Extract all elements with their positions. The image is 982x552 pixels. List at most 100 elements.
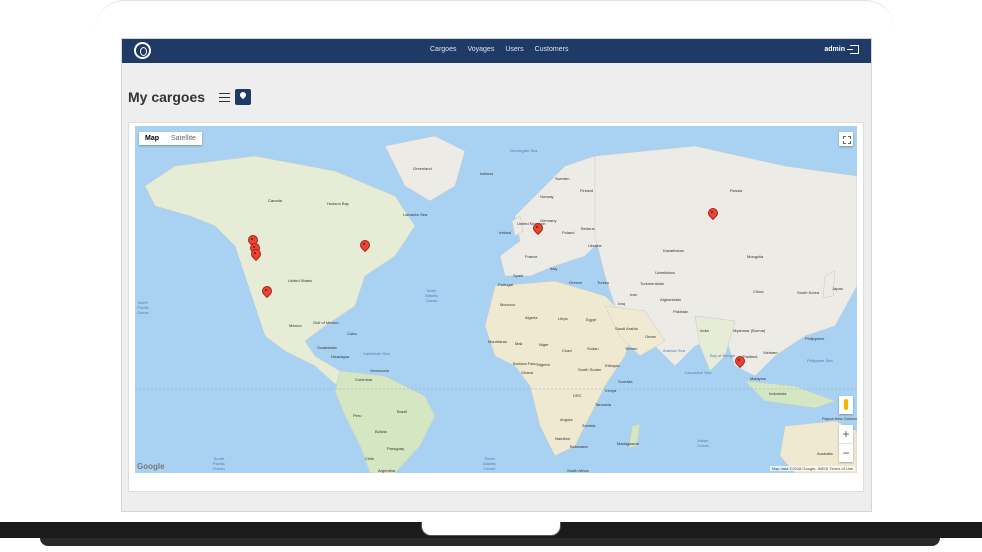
map-label: Peru xyxy=(353,413,362,418)
map-label: DRC xyxy=(573,393,582,398)
ocean-label: South Pacific Ocean xyxy=(213,456,225,471)
map-label: Turkey xyxy=(597,280,610,285)
map-label: Australia xyxy=(817,451,833,456)
map-label: Papua New Guinea xyxy=(822,416,857,421)
app-logo-icon[interactable] xyxy=(134,42,151,59)
nav-voyages[interactable]: Voyages xyxy=(467,46,494,53)
ocean-label: Philippine Sea xyxy=(807,358,833,363)
map-label: Oman xyxy=(645,334,656,339)
cargo-marker[interactable] xyxy=(360,240,368,251)
map-label: Nigeria xyxy=(537,362,550,367)
map-label: Portugal xyxy=(498,282,513,287)
laptop-base xyxy=(0,522,982,552)
fullscreen-icon[interactable] xyxy=(839,132,853,146)
map-label: Argentina xyxy=(378,468,396,473)
zoom-control: + − xyxy=(839,425,853,462)
nav-cargoes[interactable]: Cargoes xyxy=(430,46,456,53)
map-label: Greece xyxy=(569,280,583,285)
map-landmass xyxy=(135,135,857,473)
map-label: Labrador Sea xyxy=(403,212,428,217)
cargo-marker[interactable] xyxy=(262,286,270,297)
user-menu[interactable]: admin xyxy=(824,45,859,54)
world-map[interactable]: Map Satellite + − Greenland Iceland Swed… xyxy=(135,126,857,473)
nav-customers[interactable]: Customers xyxy=(535,46,569,53)
map-label: Gulf of Mexico xyxy=(313,320,339,325)
map-label: Angola xyxy=(560,417,573,422)
ocean-label: North Pacific Ocean xyxy=(137,300,149,315)
app-screen: Cargoes Voyages Users Customers admin My… xyxy=(121,38,872,512)
map-label: Uzbekistan xyxy=(655,270,675,275)
map-label: Egypt xyxy=(586,317,597,322)
map-label: Niger xyxy=(539,342,549,347)
street-view-pegman-icon[interactable] xyxy=(839,396,853,414)
map-label: China xyxy=(753,289,764,294)
map-type-map-button[interactable]: Map xyxy=(139,132,165,145)
username: admin xyxy=(824,46,845,53)
map-label: Spain xyxy=(513,273,524,278)
map-label: Canada xyxy=(268,198,283,203)
map-label: South Korea xyxy=(797,290,820,295)
map-label: Zambia xyxy=(582,423,596,428)
map-label: Ghana xyxy=(521,370,534,375)
map-label: Guatemala xyxy=(317,345,337,350)
logout-icon[interactable] xyxy=(847,45,859,54)
laptop-frame: Cargoes Voyages Users Customers admin My… xyxy=(0,0,982,552)
google-logo: Google xyxy=(137,462,165,471)
map-label: South Africa xyxy=(567,468,589,473)
ocean-label: Indian Ocean xyxy=(697,438,709,448)
map-label: Afghanistan xyxy=(660,297,682,302)
list-view-icon[interactable] xyxy=(219,92,231,102)
laptop-base-foot xyxy=(40,538,940,546)
map-label: France xyxy=(525,254,538,259)
map-label: Japan xyxy=(832,286,843,291)
map-label: Madagascar xyxy=(617,441,640,446)
map-label: Sweden xyxy=(555,176,570,181)
map-label: Kenya xyxy=(605,388,617,393)
map-label: Brazil xyxy=(397,409,408,414)
zoom-in-button[interactable]: + xyxy=(839,425,853,443)
top-navbar: Cargoes Voyages Users Customers admin xyxy=(122,39,871,63)
page-title: My cargoes xyxy=(128,89,206,105)
ocean-label: Norwegian Sea xyxy=(510,148,538,153)
cargo-marker[interactable] xyxy=(251,249,259,260)
map-label: Russia xyxy=(730,188,743,193)
map-label: Somalia xyxy=(618,379,633,384)
map-label: Hudson Bay xyxy=(327,201,349,206)
map-label: Greenland xyxy=(413,166,432,171)
map-label: Morocco xyxy=(500,302,516,307)
map-label: Paraguay xyxy=(387,446,405,451)
ocean-label: South Atlantic Ocean xyxy=(483,456,497,471)
map-type-satellite-button[interactable]: Satellite xyxy=(165,132,202,145)
map-type-control: Map Satellite xyxy=(139,132,202,145)
map-label: Chad xyxy=(562,348,572,353)
map-label: Iraq xyxy=(618,301,625,306)
map-label: Poland xyxy=(562,230,575,235)
cargo-marker[interactable] xyxy=(533,223,541,234)
map-label: Bolivia xyxy=(375,429,387,434)
map-label: Mexico xyxy=(289,323,302,328)
map-label: Algeria xyxy=(525,315,538,320)
map-label: Nicaragua xyxy=(331,354,350,359)
map-label: Malaysia xyxy=(750,376,766,381)
map-label: Norway xyxy=(540,194,554,199)
map-label: Pakistan xyxy=(673,309,689,314)
map-label: Burkina Faso xyxy=(513,361,537,366)
ocean-label: Caribbean Sea xyxy=(363,351,390,356)
map-label: South Sudan xyxy=(578,367,602,372)
map-attribution[interactable]: Map data ©2018 Google, INEGI Terms of Us… xyxy=(769,466,855,471)
nav-users[interactable]: Users xyxy=(505,46,523,53)
map-label: Saudi Arabia xyxy=(615,326,638,331)
main-nav: Cargoes Voyages Users Customers xyxy=(430,46,568,53)
map-label: Venezuela xyxy=(370,368,389,373)
map-view-button[interactable] xyxy=(235,89,252,105)
map-label: Libya xyxy=(558,316,568,321)
map-label: Cuba xyxy=(347,331,357,336)
map-label: Mongolia xyxy=(747,254,764,259)
map-label: Tanzania xyxy=(595,402,612,407)
cargo-marker[interactable] xyxy=(735,356,743,367)
cargo-marker[interactable] xyxy=(708,208,716,219)
map-label: Mali xyxy=(515,341,523,346)
map-card: Map Satellite + − Greenland Iceland Swed… xyxy=(128,122,864,492)
ocean-label: Laccadive Sea xyxy=(685,370,712,375)
zoom-out-button[interactable]: − xyxy=(839,444,853,462)
